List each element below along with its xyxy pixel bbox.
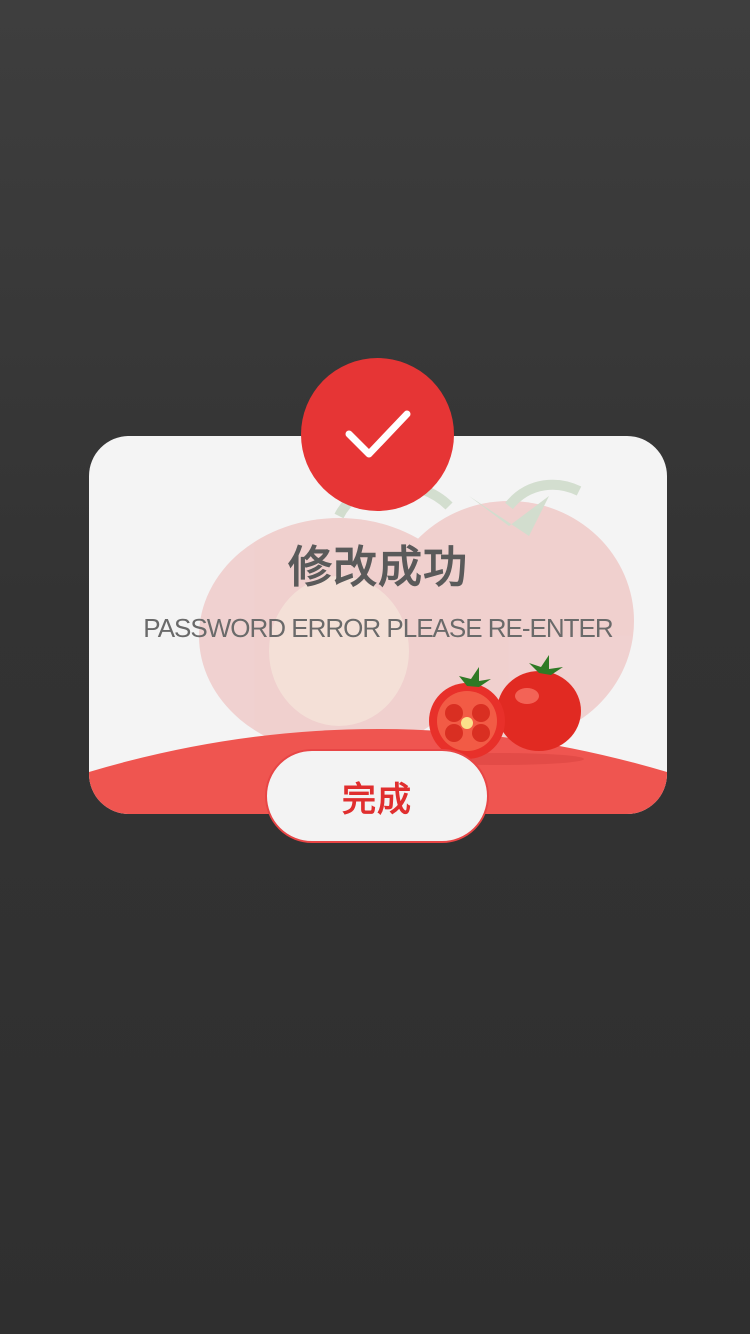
success-badge	[301, 358, 454, 511]
dialog-message: PASSWORD ERROR PLEASE RE-ENTER	[143, 613, 613, 643]
done-button-label: 完成	[342, 779, 412, 820]
done-button[interactable]: 完成	[265, 749, 489, 843]
checkmark-icon	[345, 410, 410, 457]
tomato-icon	[414, 655, 584, 765]
dialog-title: 修改成功	[288, 542, 468, 593]
